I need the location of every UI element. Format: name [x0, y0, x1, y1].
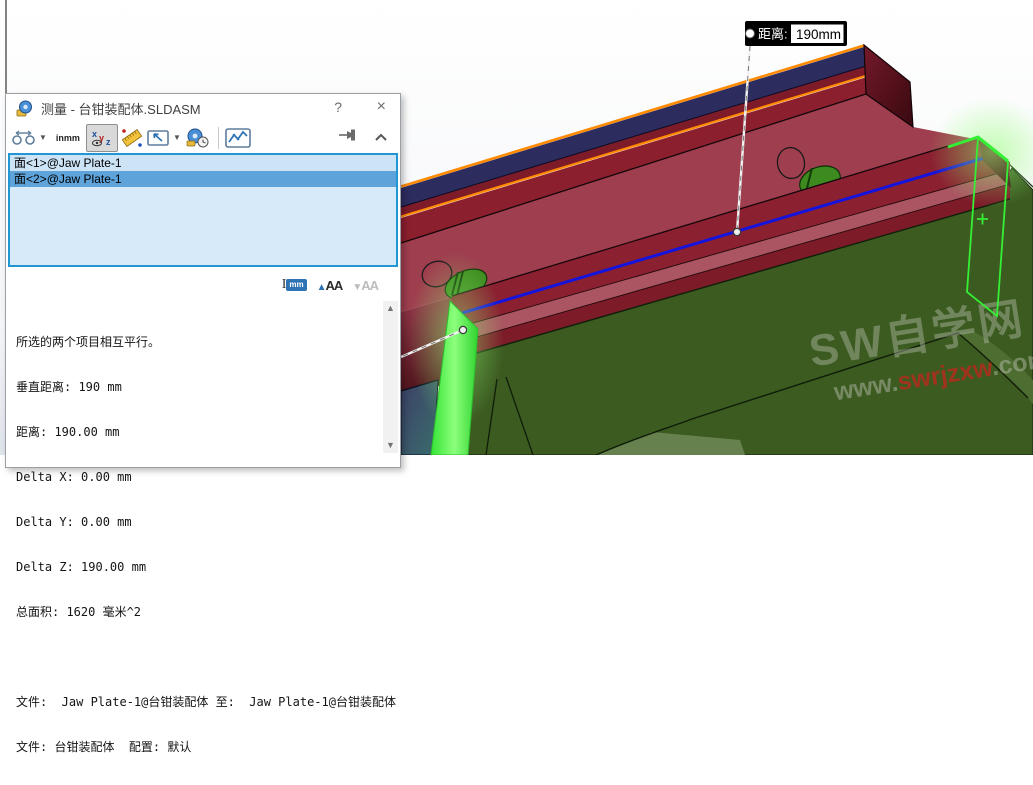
- create-sensor-button[interactable]: [225, 126, 251, 150]
- selection-list-item-1[interactable]: 面<1>@Jaw Plate-1: [10, 155, 396, 171]
- svg-text:x: x: [92, 129, 97, 139]
- mm-badge: mm: [286, 279, 306, 291]
- result-normal-distance: 垂直距离: 190 mm: [16, 380, 396, 395]
- measure-dialog-titlebar[interactable]: 测量 - 台钳装配体.SLDASM ? ×: [6, 94, 400, 122]
- point-to-point-button[interactable]: [120, 126, 144, 150]
- result-file-line: 文件: Jaw Plate-1@台钳装配体 至: Jaw Plate-1@台钳装…: [16, 695, 396, 710]
- selection-list-item-2-selected[interactable]: 面<2>@Jaw Plate-1: [10, 171, 396, 187]
- scroll-down-arrow[interactable]: ▼: [383, 438, 398, 453]
- create-sensor-icon: [225, 127, 251, 149]
- collapse-button[interactable]: [374, 129, 388, 147]
- svg-text:z: z: [106, 137, 111, 147]
- measure-dialog[interactable]: 测量 - 台钳装配体.SLDASM ? × ▼ in mm x y z: [5, 93, 401, 468]
- decrease-text-size-button[interactable]: ▼AA: [352, 278, 378, 293]
- close-button[interactable]: ×: [377, 98, 386, 116]
- result-delta-y: Delta Y: 0.00 mm: [16, 515, 396, 530]
- toolbar-separator: [218, 127, 219, 149]
- dialog-title: 测量 - 台钳装配体.SLDASM: [41, 99, 201, 118]
- arrow-down-icon: ▼: [352, 282, 361, 293]
- projected-on-dropdown[interactable]: ▼: [173, 133, 181, 142]
- units-button[interactable]: in mm: [56, 126, 80, 150]
- arc-measure-button[interactable]: [12, 126, 36, 150]
- result-distance: 距离: 190.00 mm: [16, 425, 396, 440]
- projected-on-icon: [146, 128, 170, 148]
- measurement-results-text: 所选的两个项目相互平行。 垂直距离: 190 mm 距离: 190.00 mm …: [16, 305, 396, 785]
- projected-on-button[interactable]: [146, 126, 170, 150]
- arc-measure-dropdown[interactable]: ▼: [39, 133, 47, 142]
- solidworks-viewport: { "window": { "title": "测量 - 台钳装配体.SLDAS…: [0, 0, 1033, 455]
- units-in-label: in: [56, 134, 64, 142]
- result-total-area: 总面积: 1620 毫米^2: [16, 605, 396, 620]
- show-xyz-icon: x y z: [90, 128, 114, 148]
- help-button[interactable]: ?: [334, 99, 342, 115]
- point-to-point-icon: [120, 127, 144, 149]
- result-parallel: 所选的两个项目相互平行。: [16, 335, 396, 350]
- measure-tool-icon: [16, 100, 33, 117]
- selection-list[interactable]: 面<1>@Jaw Plate-1 面<2>@Jaw Plate-1: [8, 153, 398, 267]
- chevron-up-icon: [374, 132, 388, 142]
- increase-text-size-button[interactable]: ▲AA: [317, 278, 343, 293]
- units-mm-label: mm: [64, 134, 80, 142]
- measurement-history-icon: [184, 127, 210, 149]
- result-delta-z: Delta Z: 190.00 mm: [16, 560, 396, 575]
- results-scrollbar[interactable]: ▲ ▼: [383, 301, 398, 453]
- pin-button[interactable]: [338, 127, 360, 148]
- result-file-line-2: 文件: 台钳装配体 配置: 默认: [16, 740, 396, 755]
- units-badge-button[interactable]: I mm: [282, 277, 307, 293]
- arc-measure-icon: [12, 129, 36, 147]
- show-xyz-button[interactable]: x y z: [86, 124, 118, 152]
- distance-callout[interactable]: 距离: 190mm: [745, 21, 847, 46]
- callout-value: 190mm: [796, 27, 841, 42]
- measurement-history-button[interactable]: [184, 126, 210, 150]
- scroll-up-arrow[interactable]: ▲: [383, 301, 398, 316]
- result-delta-x: Delta X: 0.00 mm: [16, 470, 396, 485]
- callout-label: 距离:: [758, 27, 788, 42]
- pin-icon: [338, 127, 360, 143]
- arrow-up-icon: ▲: [317, 282, 326, 293]
- measurement-results-panel: I mm ▲AA ▼AA 所选的两个项目相互平行。 垂直距离: 190 mm 距…: [6, 267, 400, 467]
